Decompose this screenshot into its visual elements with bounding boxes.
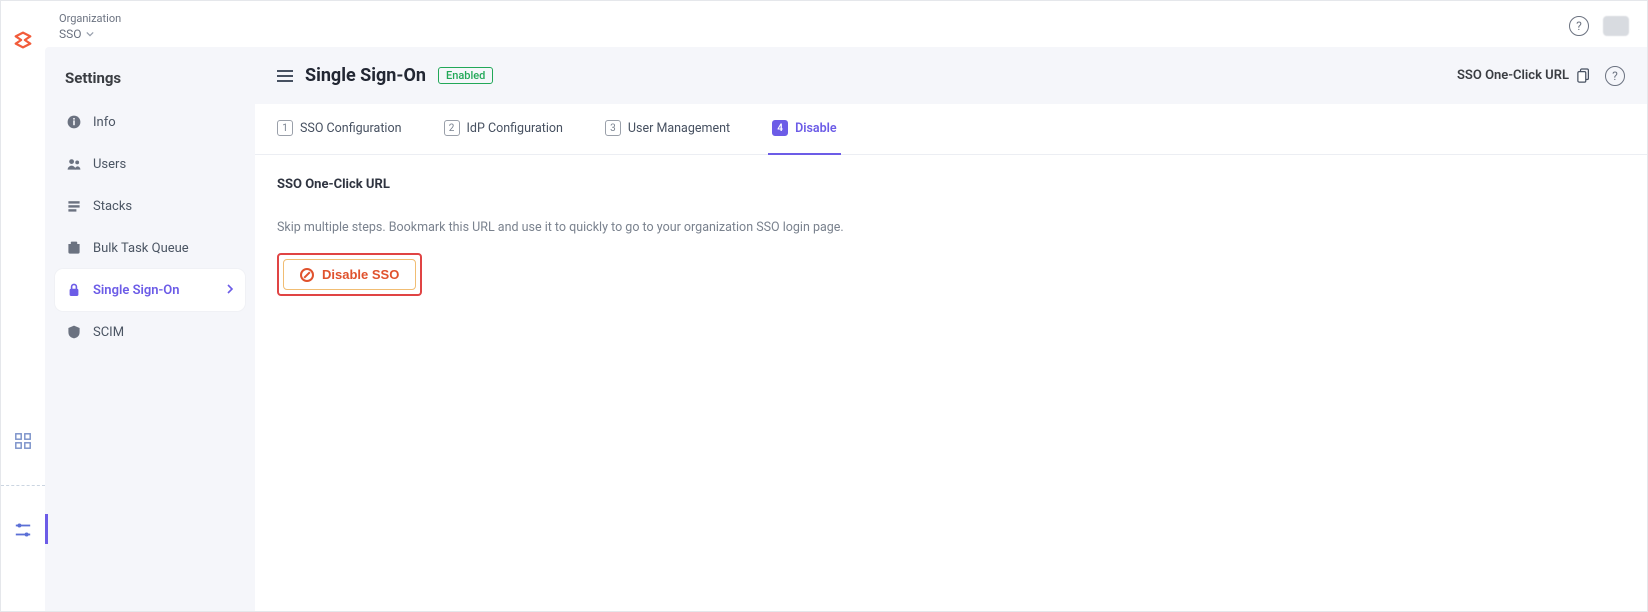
section-description: Skip multiple steps. Bookmark this URL a… [277, 220, 1625, 235]
disable-pane: SSO One-Click URL Skip multiple steps. B… [255, 155, 1647, 318]
chevron-right-icon [225, 283, 235, 298]
sidebar-item-label: Info [93, 115, 116, 130]
sidebar-item-stacks[interactable]: Stacks [55, 185, 245, 227]
step-number: 3 [605, 120, 621, 136]
sidebar-item-label: SCIM [93, 325, 124, 340]
step-number: 2 [444, 120, 460, 136]
menu-toggle-icon[interactable] [277, 70, 293, 82]
settings-sidebar: Settings Info Users Stacks Bulk Task Que… [45, 47, 255, 611]
step-label: SSO Configuration [300, 121, 402, 136]
step-tabs: 1 SSO Configuration 2 IdP Configuration … [255, 104, 1647, 155]
topbar: Organization SSO ? [45, 1, 1647, 47]
left-rail [1, 1, 45, 611]
disable-sso-button[interactable]: Disable SSO [283, 259, 416, 290]
step-number: 1 [277, 120, 293, 136]
content-area: Single Sign-On Enabled SSO One-Click URL… [255, 47, 1647, 611]
tab-disable[interactable]: 4 Disable [772, 120, 837, 144]
prohibit-icon [300, 268, 314, 282]
queue-icon [65, 239, 83, 257]
disable-button-highlight: Disable SSO [277, 253, 422, 296]
tab-sso-configuration[interactable]: 1 SSO Configuration [277, 120, 402, 144]
sidebar-item-sso[interactable]: Single Sign-On [55, 269, 245, 311]
sidebar-item-users[interactable]: Users [55, 143, 245, 185]
sidebar-item-label: Users [93, 157, 126, 172]
tab-user-management[interactable]: 3 User Management [605, 120, 730, 144]
step-label: Disable [795, 121, 837, 136]
section-title: SSO One-Click URL [277, 177, 1625, 192]
sidebar-item-bulk-task-queue[interactable]: Bulk Task Queue [55, 227, 245, 269]
shield-icon [65, 323, 83, 341]
disable-sso-label: Disable SSO [322, 267, 399, 282]
settings-sliders-icon[interactable] [13, 520, 33, 540]
rail-divider [1, 485, 45, 486]
stacks-icon [65, 197, 83, 215]
sidebar-item-scim[interactable]: SCIM [55, 311, 245, 353]
copy-icon [1577, 68, 1591, 84]
users-icon [65, 155, 83, 173]
sidebar-title: Settings [55, 69, 245, 101]
step-label: IdP Configuration [467, 121, 563, 136]
info-icon [65, 113, 83, 131]
sidebar-item-label: Bulk Task Queue [93, 241, 189, 256]
step-label: User Management [628, 121, 730, 136]
content-header: Single Sign-On Enabled SSO One-Click URL… [255, 47, 1647, 104]
lock-icon [65, 281, 83, 299]
chevron-down-icon [86, 30, 94, 38]
sidebar-item-label: Single Sign-On [93, 283, 180, 298]
one-click-url-label: SSO One-Click URL [1457, 68, 1569, 83]
breadcrumb-org-label: Organization [59, 12, 121, 25]
sidebar-item-label: Stacks [93, 199, 132, 214]
breadcrumb-current[interactable]: SSO [59, 27, 121, 41]
sidebar-item-info[interactable]: Info [55, 101, 245, 143]
avatar[interactable] [1603, 16, 1629, 36]
tab-idp-configuration[interactable]: 2 IdP Configuration [444, 120, 563, 144]
breadcrumb-current-label: SSO [59, 27, 82, 41]
help-icon[interactable]: ? [1605, 66, 1625, 86]
app-logo-icon[interactable] [12, 29, 34, 51]
page-title: Single Sign-On [305, 65, 426, 86]
step-number: 4 [772, 120, 788, 136]
breadcrumb: Organization SSO [59, 12, 121, 41]
one-click-url-button[interactable]: SSO One-Click URL [1457, 68, 1591, 84]
status-badge: Enabled [438, 67, 493, 84]
help-icon[interactable]: ? [1569, 16, 1589, 36]
apps-grid-icon[interactable] [13, 431, 33, 451]
